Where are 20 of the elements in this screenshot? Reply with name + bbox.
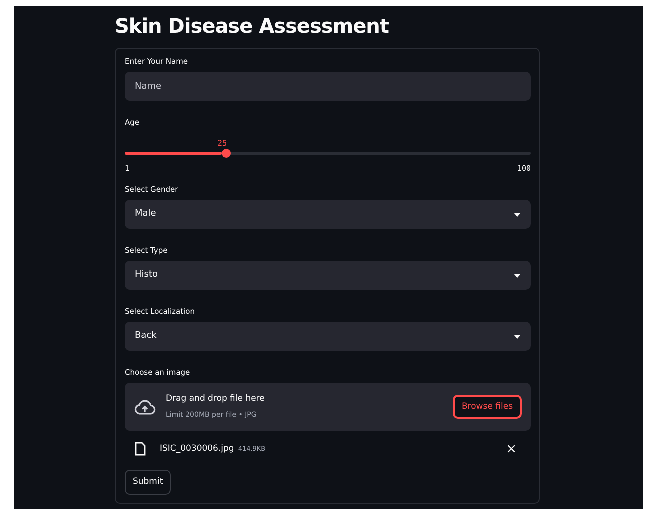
file-name: ISIC_0030006.jpg xyxy=(160,442,234,456)
dropdown-value: Male xyxy=(135,208,156,221)
browse-files-button[interactable]: Browse files xyxy=(452,394,522,420)
caret-icon xyxy=(514,274,521,278)
dropdown-value: Histo xyxy=(135,268,158,282)
submit-button[interactable]: Submit xyxy=(125,470,172,495)
slider-value: 25 xyxy=(218,139,228,148)
dropdown[interactable]: Male xyxy=(125,200,531,229)
cloud-upload-icon xyxy=(134,398,156,416)
drop-instructions: Drag and drop file here xyxy=(166,393,265,406)
caret-icon xyxy=(514,212,521,216)
slider-thumb[interactable] xyxy=(222,149,232,158)
caret-icon xyxy=(514,334,521,338)
file-icon xyxy=(135,442,146,456)
dropdown[interactable]: Histo xyxy=(125,261,531,290)
name-input-field[interactable]: Name xyxy=(125,72,531,101)
page-title: Skin Disease Assessment xyxy=(115,14,390,38)
dropdown-value: Back xyxy=(135,330,157,343)
remove-file-button[interactable]: × xyxy=(502,442,521,456)
dropdown[interactable]: Back xyxy=(125,322,531,351)
